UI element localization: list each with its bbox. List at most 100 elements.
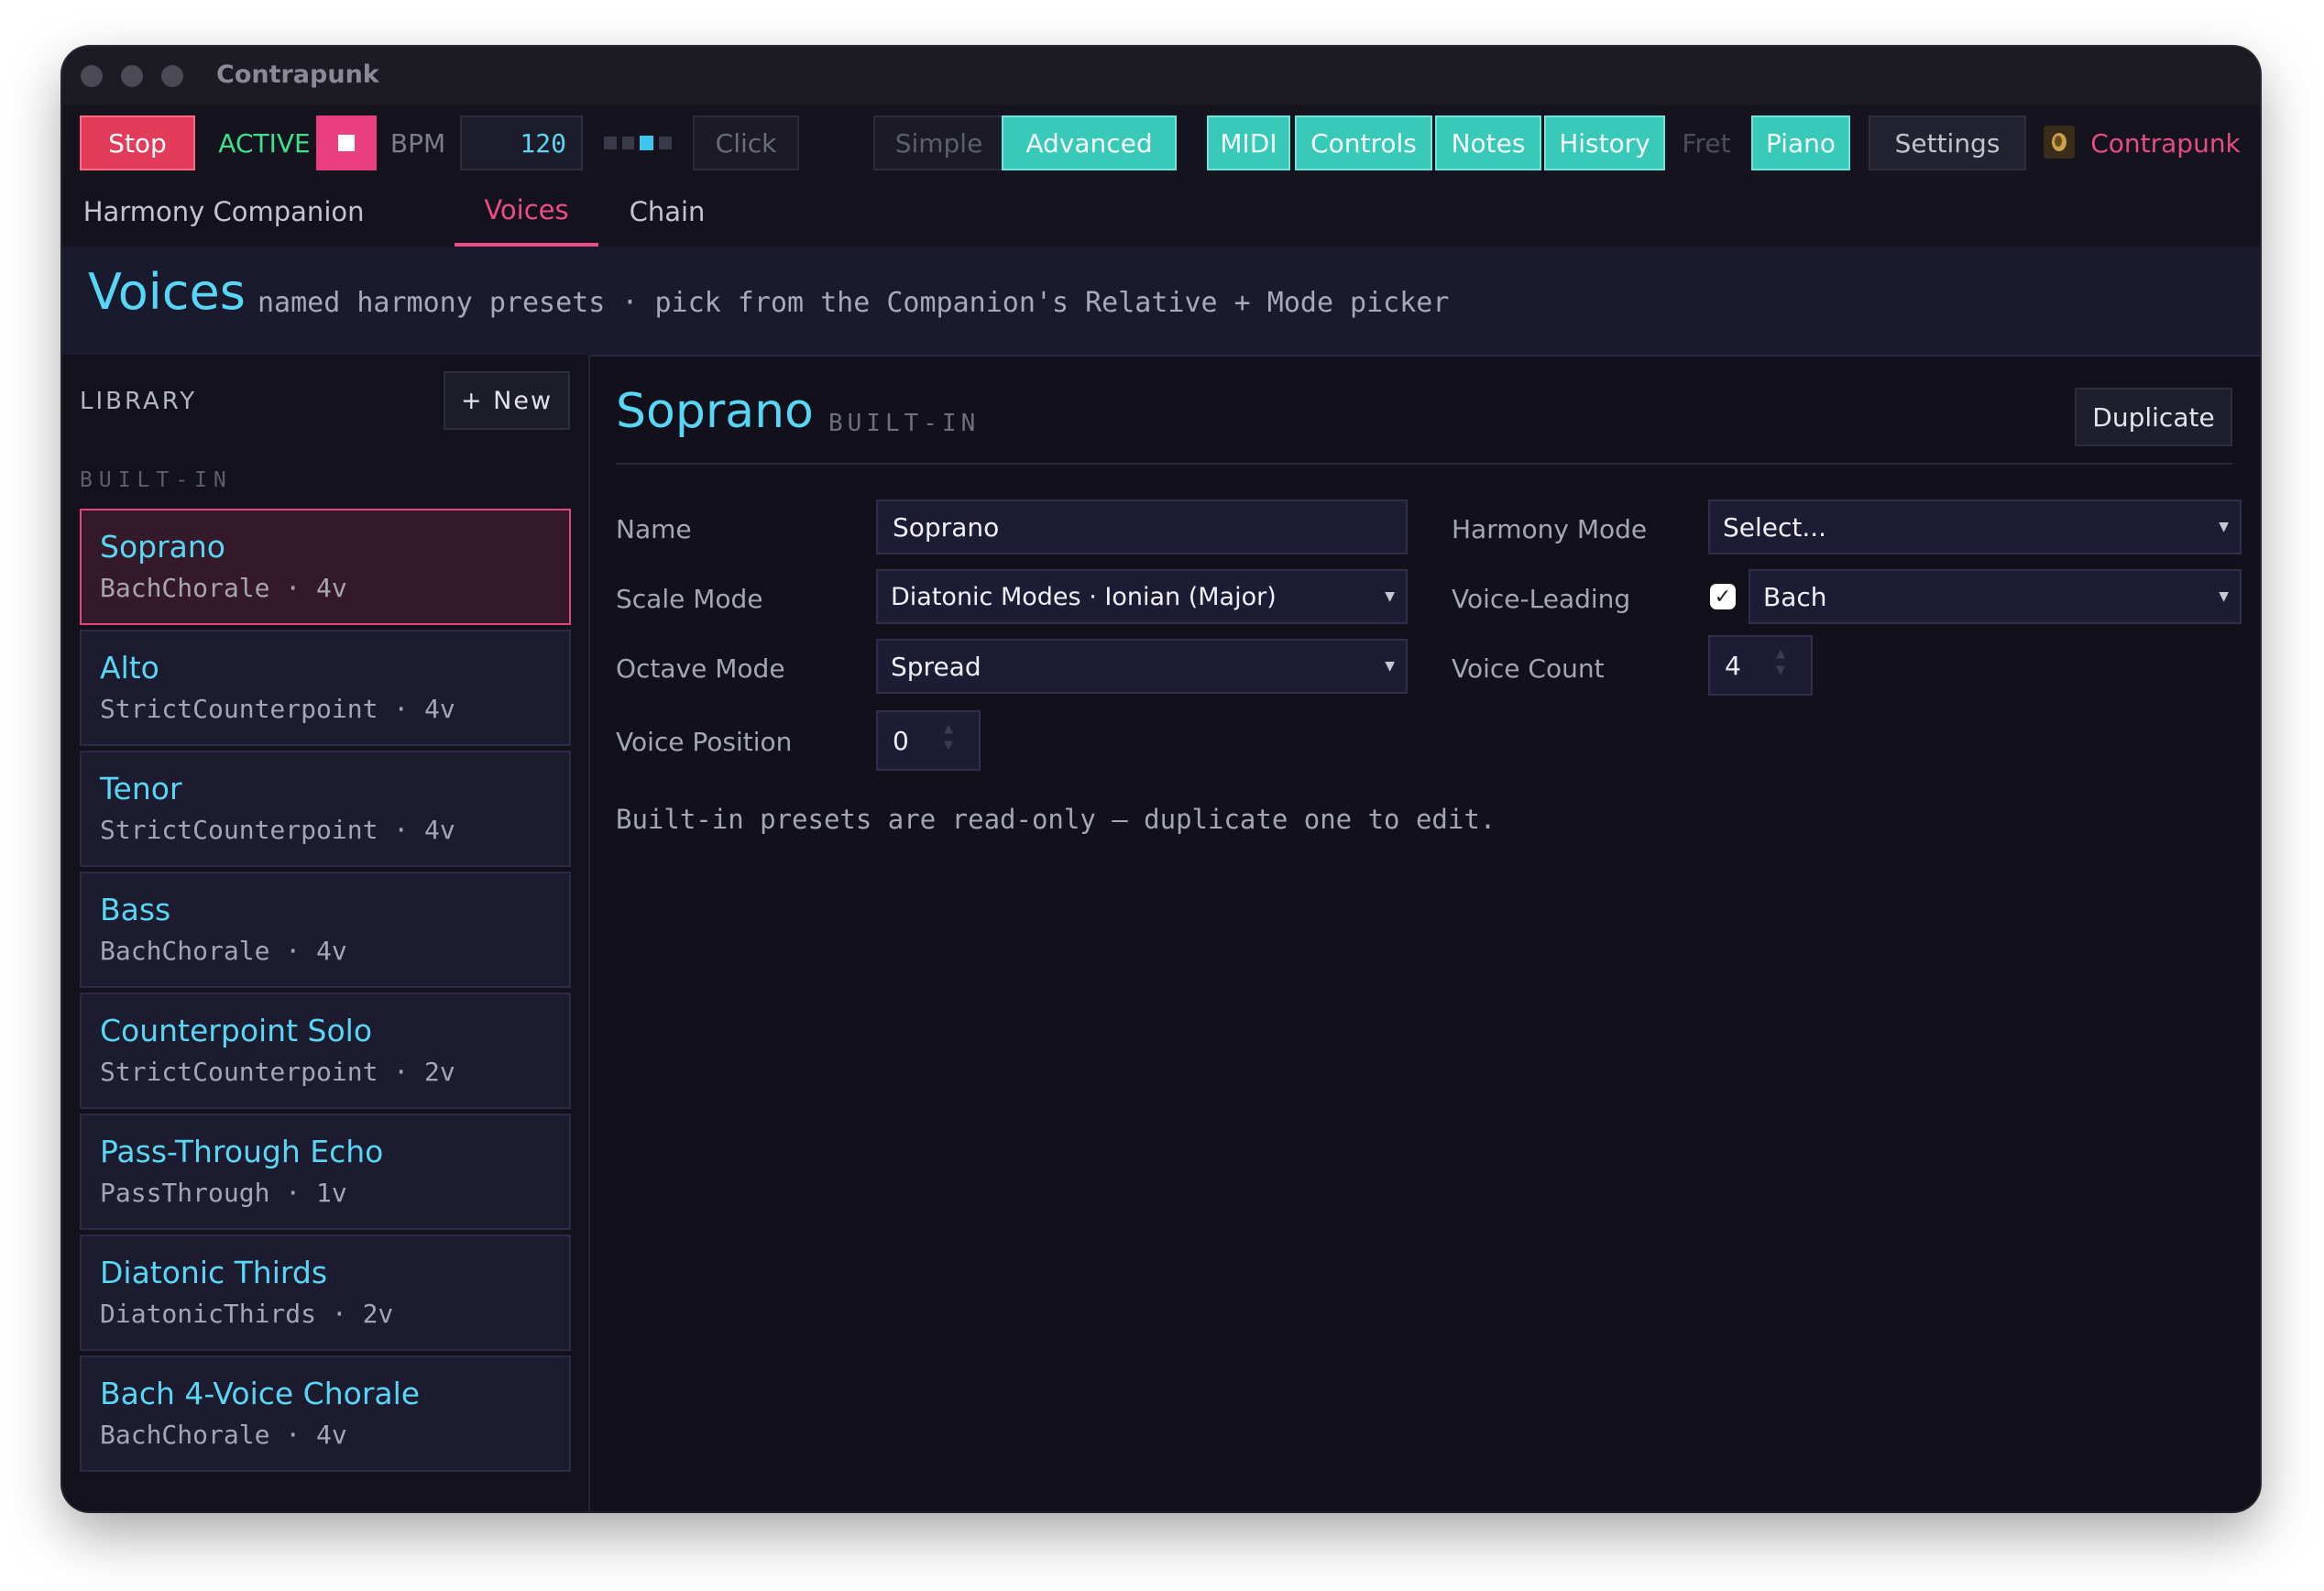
check-icon: ✓ — [1714, 585, 1732, 609]
tab-bar: Harmony Companion Voices Chain — [62, 177, 2260, 248]
voice-leading-value: Bach — [1763, 581, 1827, 612]
builtin-badge: BUILT-IN — [828, 410, 981, 437]
voice-count-stepper[interactable]: 4 ▲ ▼ — [1708, 635, 1813, 696]
preset-name: Alto — [100, 650, 159, 686]
zoom-window-dot[interactable] — [161, 65, 183, 87]
beat-dot-active — [640, 136, 654, 150]
library-label: LIBRARY — [80, 388, 198, 415]
close-window-dot[interactable] — [81, 65, 103, 87]
voice-position-stepper[interactable]: 0 ▲ ▼ — [876, 710, 981, 771]
preset-item-alto[interactable]: Alto StrictCounterpoint · 4v — [80, 630, 571, 746]
brand-link[interactable]: Contrapunk — [2078, 115, 2253, 170]
beat-indicator — [601, 115, 674, 170]
octave-mode-label: Octave Mode — [616, 653, 785, 684]
tab-chain[interactable]: Chain — [618, 177, 717, 247]
tab-voices[interactable]: Voices — [455, 177, 598, 247]
preset-name: Soprano — [100, 529, 225, 565]
record-toggle[interactable] — [316, 115, 377, 170]
read-only-note: Built-in presets are read-only — duplica… — [616, 804, 1496, 835]
scale-mode-label: Scale Mode — [616, 584, 763, 614]
voice-leading-select[interactable]: Bach ▼ — [1748, 569, 2242, 624]
preset-item-tenor[interactable]: Tenor StrictCounterpoint · 4v — [80, 751, 571, 867]
voice-position-label: Voice Position — [616, 727, 793, 757]
library-sidebar: LIBRARY + New BUILT-IN Soprano BachChora… — [62, 355, 590, 1511]
app-window: Contrapunk Stop ACTIVE BPM 120 Click Sim… — [62, 47, 2260, 1511]
preset-detail: Soprano BUILT-IN Duplicate Name Soprano … — [590, 355, 2260, 1511]
preset-meta: BachChorale · 4v — [100, 936, 347, 966]
octave-mode-value: Spread — [891, 651, 981, 682]
stepper-arrows-icon: ▲ ▼ — [1776, 647, 1785, 677]
advanced-mode-button[interactable]: Advanced — [1002, 115, 1177, 170]
preset-item-counterpoint-solo[interactable]: Counterpoint Solo StrictCounterpoint · 2… — [80, 993, 571, 1109]
preset-item-diatonic-thirds[interactable]: Diatonic Thirds DiatonicThirds · 2v — [80, 1234, 571, 1351]
preset-item-bach-chorale[interactable]: Bach 4-Voice Chorale BachChorale · 4v — [80, 1355, 571, 1472]
title-bar: Contrapunk — [62, 47, 2260, 105]
page-header: Voices named harmony presets · pick from… — [62, 247, 2260, 357]
dropdown-caret-icon: ▼ — [1385, 589, 1395, 604]
preset-item-bass[interactable]: Bass BachChorale · 4v — [80, 872, 571, 988]
harmony-mode-select[interactable]: Select... ▼ — [1708, 499, 2242, 554]
controls-button[interactable]: Controls — [1295, 115, 1432, 170]
tab-harmony[interactable]: Harmony — [83, 177, 205, 247]
bpm-label: BPM — [389, 127, 446, 159]
stop-button[interactable]: Stop — [80, 115, 195, 170]
stepper-arrows-icon: ▲ ▼ — [944, 722, 953, 752]
dropdown-caret-icon: ▼ — [2219, 589, 2229, 604]
square-icon — [338, 135, 355, 151]
name-input[interactable]: Soprano — [876, 499, 1408, 554]
preset-name: Bass — [100, 892, 171, 927]
preset-name: Diatonic Thirds — [100, 1255, 328, 1290]
preset-meta: StrictCounterpoint · 4v — [100, 815, 455, 845]
preset-list: Soprano BachChorale · 4v Alto StrictCoun… — [80, 509, 571, 1476]
preset-meta: PassThrough · 1v — [100, 1178, 347, 1208]
click-toggle[interactable]: Click — [693, 115, 799, 170]
settings-button[interactable]: Settings — [1869, 115, 2026, 170]
group-label: BUILT-IN — [80, 468, 233, 492]
beat-dot — [604, 137, 617, 149]
minimize-window-dot[interactable] — [121, 65, 143, 87]
preset-meta: BachChorale · 4v — [100, 573, 347, 603]
duplicate-button[interactable]: Duplicate — [2075, 388, 2232, 446]
history-button[interactable]: History — [1544, 115, 1665, 170]
midi-button[interactable]: MIDI — [1207, 115, 1290, 170]
voice-leading-checkbox[interactable]: ✓ — [1710, 584, 1736, 609]
preset-name: Pass-Through Echo — [100, 1134, 384, 1169]
octave-mode-select[interactable]: Spread ▼ — [876, 639, 1408, 694]
preset-item-pass-through-echo[interactable]: Pass-Through Echo PassThrough · 1v — [80, 1114, 571, 1230]
name-label: Name — [616, 514, 692, 544]
preset-name: Counterpoint Solo — [100, 1013, 373, 1048]
preset-meta: BachChorale · 4v — [100, 1420, 347, 1450]
preset-meta: StrictCounterpoint · 4v — [100, 694, 455, 724]
piano-button[interactable]: Piano — [1751, 115, 1850, 170]
beat-dot — [621, 137, 635, 149]
tab-companion[interactable]: Companion — [214, 177, 365, 247]
fret-button[interactable]: Fret — [1668, 115, 1745, 170]
preset-item-soprano[interactable]: Soprano BachChorale · 4v — [80, 509, 571, 625]
preset-name: Bach 4-Voice Chorale — [100, 1376, 421, 1411]
voice-count-value: 4 — [1725, 650, 1741, 681]
scale-mode-select[interactable]: Diatonic Modes · Ionian (Major) ▼ — [876, 569, 1408, 624]
preset-meta: DiatonicThirds · 2v — [100, 1299, 394, 1329]
dropdown-caret-icon: ▼ — [2219, 520, 2229, 534]
voice-leading-label: Voice-Leading — [1452, 584, 1631, 614]
page-subtitle: named harmony presets · pick from the Co… — [258, 287, 1450, 319]
preset-meta: StrictCounterpoint · 2v — [100, 1057, 455, 1087]
divider — [616, 463, 2232, 465]
page-title: Voices — [88, 263, 246, 321]
window-title: Contrapunk — [216, 60, 379, 89]
app-logo-icon — [2044, 126, 2075, 159]
harmony-mode-value: Select... — [1723, 511, 1827, 543]
preset-name: Tenor — [100, 771, 182, 806]
preset-title: Soprano — [616, 384, 814, 439]
new-preset-button[interactable]: + New — [444, 371, 570, 430]
beat-dot — [659, 137, 672, 149]
status-active: ACTIVE — [218, 127, 311, 159]
harmony-mode-label: Harmony Mode — [1452, 514, 1648, 544]
bpm-input[interactable]: 120 — [460, 115, 583, 170]
dropdown-caret-icon: ▼ — [1385, 659, 1395, 674]
simple-mode-button[interactable]: Simple — [873, 115, 1004, 170]
notes-button[interactable]: Notes — [1435, 115, 1541, 170]
voice-count-label: Voice Count — [1452, 653, 1605, 684]
voice-position-value: 0 — [893, 725, 909, 756]
scale-mode-value: Diatonic Modes · Ionian (Major) — [891, 582, 1277, 611]
